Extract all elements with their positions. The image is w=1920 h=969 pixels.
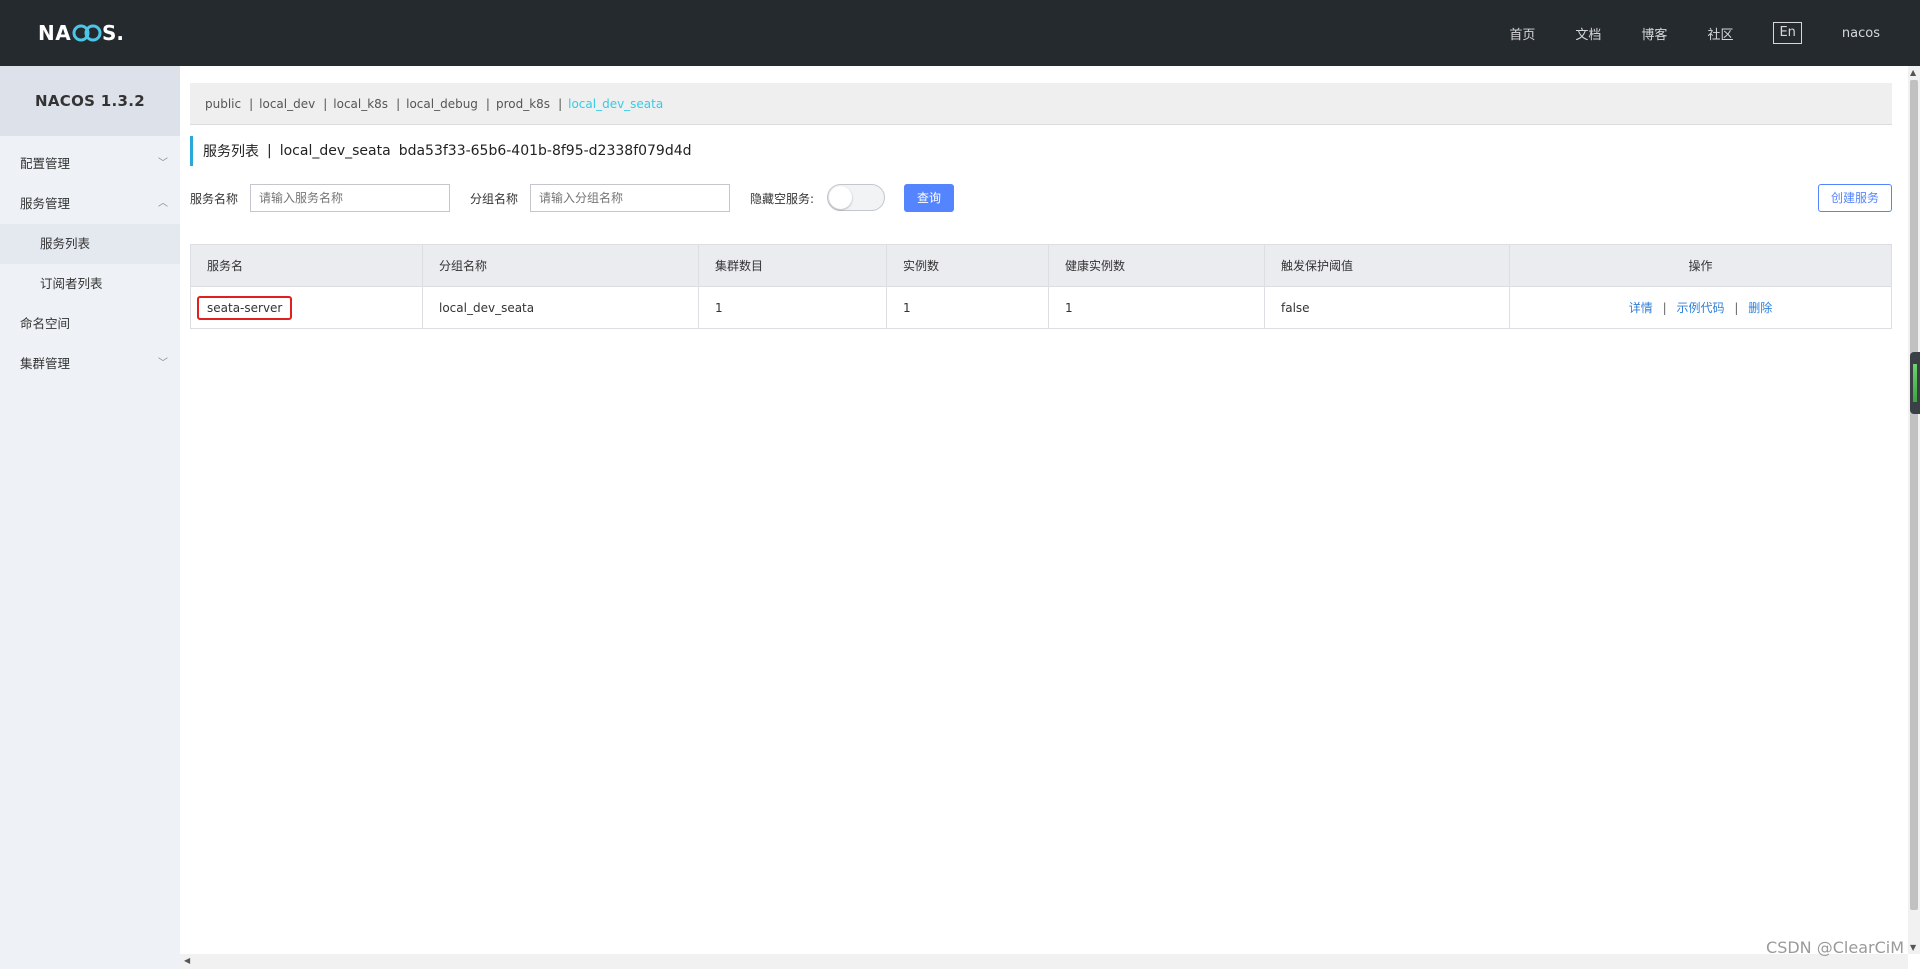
table-header-row: 服务名 分组名称 集群数目 实例数 健康实例数 触发保护阈值 操作 [190, 244, 1892, 287]
namespace-local-k8s[interactable]: local_k8s [333, 97, 388, 111]
svg-text:NA: NA [38, 21, 71, 45]
user-name[interactable]: nacos [1842, 26, 1880, 41]
column-header: 健康实例数 [1048, 244, 1265, 287]
action-separator: | [1734, 301, 1739, 315]
namespace-name: local_dev_seata [279, 143, 391, 159]
chevron-down-icon: ﹀ [158, 158, 168, 169]
nacos-logo[interactable]: NA S. [38, 18, 138, 48]
sidebar-item-label: 命名空间 [20, 316, 71, 331]
column-header: 服务名 [190, 244, 423, 287]
sidebar-item-label: 配置管理 [20, 156, 71, 171]
main-content: public | local_dev | local_k8s | local_d… [180, 66, 1908, 954]
sidebar-item-label: 服务管理 [20, 196, 71, 211]
column-header: 实例数 [886, 244, 1049, 287]
instance-count-cell: 1 [886, 286, 1049, 329]
sample-code-link[interactable]: 示例代码 [1676, 301, 1724, 315]
delete-link[interactable]: 删除 [1748, 301, 1772, 315]
toggle-knob [829, 186, 852, 209]
sidebar-item-cluster-management[interactable]: 集群管理 ﹀ [0, 344, 180, 384]
namespace-local-dev[interactable]: local_dev [259, 97, 315, 111]
cluster-count-cell: 1 [698, 286, 887, 329]
nav-docs[interactable]: 文档 [1575, 24, 1601, 43]
svg-text:S.: S. [102, 21, 124, 45]
hide-empty-toggle[interactable] [827, 184, 885, 211]
service-table: 服务名 分组名称 集群数目 实例数 健康实例数 触发保护阈值 操作 seata-… [190, 244, 1892, 329]
sidebar-item-label: 集群管理 [20, 356, 71, 371]
sidebar-item-service-management[interactable]: 服务管理 ︿ [0, 184, 180, 224]
namespace-prod-k8s[interactable]: prod_k8s [496, 97, 550, 111]
action-separator: | [1662, 301, 1667, 315]
sidebar-menu: 配置管理 ﹀ 服务管理 ︿ 服务列表 订阅者列表 命名空间 集群管理 ﹀ [0, 136, 180, 384]
service-name-highlighted: seata-server [197, 295, 293, 320]
service-name-input[interactable] [250, 184, 450, 212]
horizontal-scrollbar[interactable]: ◀ [180, 954, 1908, 969]
language-switch-button[interactable]: En [1773, 22, 1802, 44]
namespace-separator: | [485, 96, 490, 111]
hide-empty-label: 隐藏空服务: [750, 192, 815, 206]
create-service-button[interactable]: 创建服务 [1818, 184, 1892, 212]
details-link[interactable]: 详情 [1629, 301, 1653, 315]
nacos-logo-icon: NA S. [38, 21, 124, 45]
sidebar-item-config-management[interactable]: 配置管理 ﹀ [0, 144, 180, 184]
sidebar-title: NACOS 1.3.2 [0, 66, 180, 136]
column-header: 分组名称 [422, 244, 699, 287]
group-cell: local_dev_seata [422, 286, 699, 329]
service-name-cell: seata-server [190, 286, 423, 329]
page-title-text: 服务列表 [203, 144, 259, 160]
scroll-down-arrow-icon[interactable]: ▼ [1910, 943, 1916, 952]
namespace-separator: | [396, 96, 401, 111]
service-name-label: 服务名称 [190, 192, 239, 206]
scroll-up-arrow-icon[interactable]: ▲ [1910, 68, 1916, 77]
sidebar-item-namespace[interactable]: 命名空间 [0, 304, 180, 344]
namespace-separator: | [558, 96, 563, 111]
vertical-scrollbar[interactable]: ▲ ▼ [1908, 66, 1920, 954]
column-header: 集群数目 [698, 244, 887, 287]
nav-home[interactable]: 首页 [1509, 24, 1535, 43]
scroll-left-arrow-icon[interactable]: ◀ [184, 956, 190, 965]
sidebar-item-subscriber-list[interactable]: 订阅者列表 [0, 264, 180, 304]
sidebar: NACOS 1.3.2 配置管理 ﹀ 服务管理 ︿ 服务列表 订阅者列表 命名空… [0, 66, 180, 969]
namespace-public[interactable]: public [205, 97, 241, 111]
widget-indicator-icon [1913, 364, 1917, 402]
scrollbar-thumb[interactable] [1910, 80, 1918, 910]
page-title-separator: | [267, 143, 272, 159]
nav-community[interactable]: 社区 [1707, 24, 1733, 43]
query-button[interactable]: 查询 [904, 184, 954, 212]
search-form: 服务名称 分组名称 隐藏空服务: 查询 创建服务 [190, 184, 1892, 212]
protect-threshold-cell: false [1264, 286, 1510, 329]
namespace-local-dev-seata[interactable]: local_dev_seata [568, 97, 663, 111]
top-header: NA S. 首页 文档 博客 社区 En nacos [0, 0, 1920, 66]
nav-blog[interactable]: 博客 [1641, 24, 1667, 43]
namespace-separator: | [249, 96, 254, 111]
page-title: 服务列表 | local_dev_seata bda53f33-65b6-401… [190, 136, 700, 166]
actions-cell: 详情 | 示例代码 | 删除 [1509, 286, 1892, 329]
namespace-separator: | [323, 96, 328, 111]
namespace-local-debug[interactable]: local_debug [406, 97, 478, 111]
column-header: 操作 [1509, 244, 1892, 287]
group-name-input[interactable] [530, 184, 730, 212]
column-header: 触发保护阈值 [1264, 244, 1510, 287]
top-nav: 首页 文档 博客 社区 En nacos [1469, 0, 1880, 66]
namespace-bar: public | local_dev | local_k8s | local_d… [190, 83, 1892, 125]
chevron-down-icon: ﹀ [158, 358, 168, 369]
watermark: CSDN @ClearCiM [1766, 938, 1904, 957]
chevron-up-icon: ︿ [158, 198, 168, 209]
group-name-label: 分组名称 [470, 192, 519, 206]
floating-widget-handle[interactable] [1910, 352, 1920, 414]
healthy-count-cell: 1 [1048, 286, 1265, 329]
namespace-id: bda53f33-65b6-401b-8f95-d2338f079d4d [398, 143, 692, 159]
sidebar-item-service-list[interactable]: 服务列表 [0, 224, 180, 264]
table-row: seata-server local_dev_seata 1 1 1 false… [190, 286, 1892, 329]
